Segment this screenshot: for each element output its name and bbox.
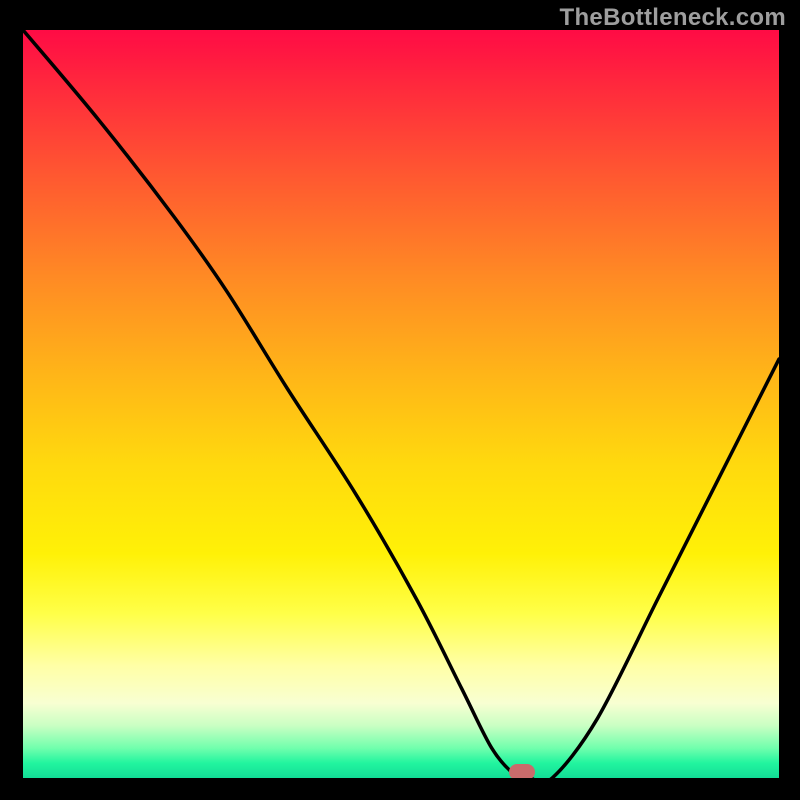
bottleneck-curve <box>23 30 779 778</box>
plot-area <box>23 30 779 778</box>
min-point-marker <box>509 764 535 778</box>
bottleneck-curve-path <box>23 30 779 778</box>
attribution-label: TheBottleneck.com <box>560 4 786 32</box>
chart-frame: TheBottleneck.com <box>0 0 800 800</box>
